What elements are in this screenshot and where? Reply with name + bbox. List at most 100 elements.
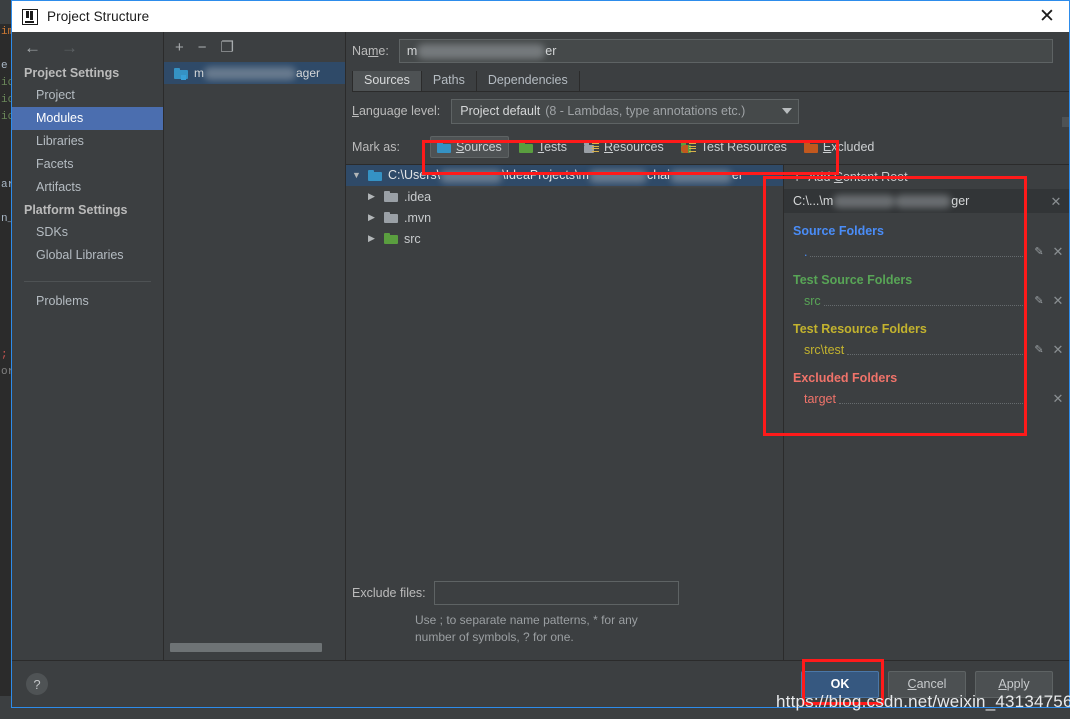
sidebar-item-global-libraries[interactable]: Global Libraries — [12, 244, 163, 267]
source-folder-path: . — [804, 244, 808, 259]
dialog-buttons: OK Cancel Apply — [801, 670, 1053, 698]
intellij-idea-logo-icon — [22, 8, 38, 25]
module-name-input[interactable]: m er — [398, 39, 1053, 63]
dialog-scrollbar[interactable] — [1062, 117, 1069, 127]
mark-as-resources-button[interactable]: Resources — [577, 136, 671, 158]
cancel-button[interactable]: Cancel — [888, 670, 966, 698]
module-list-item[interactable]: m ager — [164, 62, 345, 84]
remove-folder-icon[interactable]: ✕ — [1047, 391, 1069, 407]
mark-as-test-resources-button[interactable]: Test Resources — [674, 136, 794, 158]
sidebar-nav-arrows: ← → — [12, 32, 163, 62]
tree-row-content-root[interactable]: ▼ C:\Users\ \IdeaProjects\m chai er — [346, 165, 783, 186]
sidebar-item-facets[interactable]: Facets — [12, 153, 163, 176]
sidebar-item-modules[interactable]: Modules — [12, 107, 163, 130]
mark-as-excluded-label: Excluded — [822, 140, 875, 154]
edit-pencil-icon[interactable]: ✎ — [1031, 245, 1047, 258]
add-content-root-button[interactable]: + Add Content Root — [784, 165, 1069, 189]
add-content-root-label: Add Content Root — [808, 170, 908, 184]
folder-blue-icon — [436, 141, 451, 153]
mark-as-tests-label: Tests — [537, 140, 567, 154]
mark-as-sources-label: Sources — [455, 140, 502, 154]
language-level-hint: (8 - Lambdas, type annotations etc.) — [545, 104, 746, 118]
close-icon[interactable]: ✕ — [1025, 1, 1069, 32]
module-tabs: Sources Paths Dependencies — [352, 70, 1069, 92]
tree-node-label: src — [404, 231, 421, 246]
module-editor-panel: Name: m er Sources Paths Dependencies Lan… — [346, 32, 1069, 660]
test-source-folder-entry[interactable]: src ✎ ✕ — [784, 290, 1069, 311]
language-level-value: Project default — [460, 104, 541, 118]
section-excluded-folders: Excluded Folders — [793, 371, 898, 385]
tree-row-idea[interactable]: ▶ .idea — [346, 186, 783, 207]
sidebar-item-project[interactable]: Project — [12, 84, 163, 107]
mark-as-test-resources-label: Test Resources — [700, 140, 787, 154]
language-level-label: Language level: — [352, 104, 441, 118]
language-level-select[interactable]: Project default (8 - Lambdas, type annot… — [451, 98, 800, 124]
exclude-files-label: Exclude files: — [352, 586, 426, 600]
content-root-path: C:\...\m ger — [793, 193, 970, 209]
expand-twisty-icon[interactable]: ▶ — [368, 213, 378, 222]
source-folder-entry[interactable]: . ✎ ✕ — [784, 241, 1069, 262]
sidebar-item-libraries[interactable]: Libraries — [12, 130, 163, 153]
expand-twisty-icon[interactable]: ▶ — [368, 234, 378, 243]
section-source-folders: Source Folders — [793, 224, 884, 238]
apply-button[interactable]: Apply — [975, 670, 1053, 698]
tree-node-label: .idea — [404, 189, 432, 204]
plus-icon: + — [793, 169, 802, 185]
sidebar-item-problems[interactable]: Problems — [12, 290, 163, 313]
edit-pencil-icon[interactable]: ✎ — [1031, 343, 1047, 356]
mark-as-row: Mark as: Sources Tests Resources Test Re… — [346, 130, 1069, 164]
content-root-path-row[interactable]: C:\...\m ger ✕ — [784, 189, 1069, 213]
tree-node-label: .mvn — [404, 210, 432, 225]
entry-dots — [810, 256, 1023, 257]
resources-grey-icon — [584, 141, 599, 153]
entry-dots — [823, 305, 1023, 306]
section-test-resource-folders: Test Resource Folders — [793, 322, 927, 336]
tree-row-mvn[interactable]: ▶ .mvn — [346, 207, 783, 228]
exclude-files-hint: Use ; to separate name patterns, * for a… — [415, 613, 638, 644]
mark-as-excluded-button[interactable]: Excluded — [797, 136, 881, 158]
ok-button[interactable]: OK — [801, 670, 879, 698]
remove-module-icon[interactable]: − — [198, 40, 207, 55]
exclude-files-block: Exclude files: Use ; to separate name pa… — [346, 571, 783, 660]
edit-pencil-icon[interactable]: ✎ — [1031, 294, 1047, 307]
test-resource-folder-entry[interactable]: src\test ✎ ✕ — [784, 339, 1069, 360]
back-arrow-icon[interactable]: ← — [24, 39, 41, 56]
folder-green-icon — [518, 141, 533, 153]
language-level-row: Language level: Project default (8 - Lam… — [346, 92, 1069, 130]
name-label: Name: — [352, 44, 389, 58]
excluded-folder-entry[interactable]: target ✕ — [784, 388, 1069, 409]
collapse-twisty-icon[interactable]: ▼ — [352, 171, 362, 180]
tab-sources[interactable]: Sources — [352, 71, 422, 91]
expand-twisty-icon[interactable]: ▶ — [368, 192, 378, 201]
sidebar-item-sdks[interactable]: SDKs — [12, 221, 163, 244]
exclude-files-input[interactable] — [433, 581, 679, 605]
folder-blue-icon — [368, 170, 382, 181]
sidebar-divider — [24, 281, 151, 282]
entry-dots — [838, 403, 1023, 404]
project-structure-dialog: Project Structure ✕ ← → Project Settings… — [11, 0, 1070, 708]
modules-horizontal-scrollbar[interactable] — [170, 643, 322, 652]
section-test-source-folders: Test Source Folders — [793, 273, 913, 287]
excluded-folder-path: target — [804, 391, 836, 406]
forward-arrow-icon[interactable]: → — [61, 39, 78, 56]
chevron-down-icon[interactable] — [782, 108, 793, 114]
remove-content-root-icon[interactable]: ✕ — [1049, 194, 1063, 208]
remove-folder-icon[interactable]: ✕ — [1047, 244, 1069, 260]
modules-list-panel: + − ❐ m ager — [164, 32, 346, 660]
tab-paths[interactable]: Paths — [422, 71, 477, 91]
tab-dependencies[interactable]: Dependencies — [477, 71, 580, 91]
remove-folder-icon[interactable]: ✕ — [1047, 293, 1069, 309]
help-icon[interactable]: ? — [26, 673, 48, 695]
tree-row-src[interactable]: ▶ src — [346, 228, 783, 249]
tree-root-path: C:\Users\ \IdeaProjects\m chai er — [388, 168, 743, 183]
add-module-icon[interactable]: + — [175, 40, 184, 55]
mark-as-tests-button[interactable]: Tests — [512, 136, 574, 158]
modules-toolbar: + − ❐ — [164, 32, 345, 62]
remove-folder-icon[interactable]: ✕ — [1047, 342, 1069, 358]
sidebar-item-artifacts[interactable]: Artifacts — [12, 176, 163, 199]
module-name-row: Name: m er — [346, 32, 1069, 70]
module-badge-icon — [181, 75, 186, 80]
dialog-title: Project Structure — [47, 9, 150, 24]
mark-as-sources-button[interactable]: Sources — [429, 136, 509, 158]
copy-module-icon[interactable]: ❐ — [221, 40, 234, 55]
